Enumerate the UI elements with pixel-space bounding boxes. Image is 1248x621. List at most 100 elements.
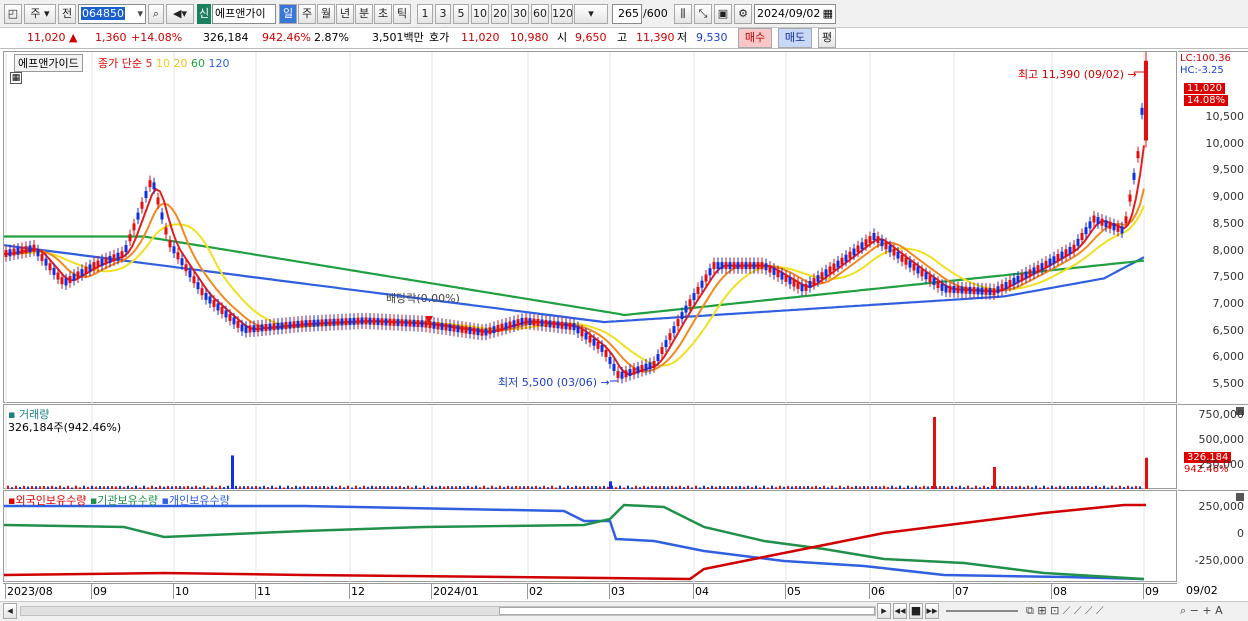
candle-body bbox=[792, 279, 796, 287]
volume-bar bbox=[519, 486, 521, 489]
hc-label: HC:-3.25 bbox=[1180, 65, 1224, 76]
candle-body bbox=[1076, 238, 1080, 246]
scrollbar-thumb[interactable] bbox=[499, 607, 875, 615]
volume-bar bbox=[899, 485, 901, 489]
buy-button[interactable]: 매수 bbox=[738, 28, 772, 48]
axis-tick: 8,000 bbox=[1212, 243, 1245, 257]
stock-title[interactable]: 에프앤가이드 bbox=[14, 54, 83, 72]
volume-bar bbox=[559, 485, 561, 489]
candle-body bbox=[828, 266, 832, 274]
interval-dropdown[interactable]: ▾ bbox=[574, 4, 608, 24]
market-select[interactable]: 주 ▾ bbox=[24, 4, 56, 24]
zoom-slider[interactable] bbox=[946, 610, 1018, 612]
interval-tab-5[interactable]: 5 bbox=[453, 4, 469, 24]
interval-tab-10[interactable]: 10 bbox=[471, 4, 489, 24]
scroll-right-button[interactable]: ▸ bbox=[877, 603, 891, 619]
table-icon[interactable]: ▦ bbox=[10, 72, 22, 84]
volume-pane[interactable]: ▪ 거래량 326,184주(942.46%) bbox=[3, 404, 1177, 490]
rewind-icon[interactable]: ◂◂ bbox=[893, 603, 907, 619]
draw-icon[interactable]: ⤡ bbox=[694, 4, 712, 24]
period-tab-0[interactable]: 일 bbox=[279, 4, 297, 24]
last-price-marker: 11,020 bbox=[1184, 83, 1225, 94]
candle-body bbox=[336, 318, 340, 326]
volume-bar bbox=[1067, 485, 1069, 489]
period-tab-4[interactable]: 분 bbox=[355, 4, 373, 24]
volume-bar bbox=[715, 486, 717, 489]
volume-bar bbox=[1043, 485, 1045, 489]
volume-bar bbox=[671, 485, 673, 489]
candle-body bbox=[832, 263, 836, 271]
candle-body bbox=[228, 313, 232, 321]
candle-body bbox=[640, 365, 644, 373]
sell-button[interactable]: 매도 bbox=[778, 28, 812, 48]
volume-bar bbox=[1011, 486, 1013, 489]
candle-body bbox=[852, 248, 856, 256]
period-tab-2[interactable]: 월 bbox=[317, 4, 335, 24]
candle-body bbox=[500, 323, 504, 331]
period-tab-5[interactable]: 초 bbox=[374, 4, 392, 24]
period-tab-1[interactable]: 주 bbox=[298, 4, 316, 24]
holding-pane[interactable]: ▪외국인보유수량 ▪기관보유수량 ▪개인보유수량 bbox=[3, 490, 1177, 583]
speaker-icon[interactable]: ◀▾ bbox=[166, 4, 194, 24]
scroll-left-button[interactable]: ◂ bbox=[3, 603, 17, 619]
candle-body bbox=[324, 319, 328, 327]
period-tab-6[interactable]: 틱 bbox=[393, 4, 411, 24]
legend-foreign: ▪외국인보유수량 bbox=[8, 494, 87, 507]
calendar-icon[interactable]: ▦ bbox=[823, 5, 833, 23]
price-chart-pane[interactable]: 에프앤가이드 종가 단순 5 10 20 60 120 ▦ 최고 11,390 … bbox=[3, 51, 1177, 404]
x-tick-mark bbox=[785, 584, 786, 599]
save-icon[interactable]: ▣ bbox=[714, 4, 732, 24]
candle-icon[interactable]: ⫼ bbox=[674, 4, 692, 24]
volume-spike bbox=[993, 466, 996, 489]
volume-bar bbox=[379, 486, 381, 489]
candle-body bbox=[968, 286, 972, 294]
low-label: 저 bbox=[677, 31, 688, 44]
code-input[interactable]: 064850 ▾ bbox=[78, 4, 146, 24]
candle-body bbox=[876, 236, 880, 244]
interval-tab-60[interactable]: 60 bbox=[531, 4, 549, 24]
period-tab-3[interactable]: 년 bbox=[336, 4, 354, 24]
volume-bar bbox=[303, 485, 305, 489]
ask-value: 11,020 bbox=[461, 31, 500, 44]
horizontal-scrollbar[interactable] bbox=[20, 606, 876, 616]
zoom-icons[interactable]: ⌕ − + A bbox=[1180, 604, 1223, 618]
volume-bar bbox=[1039, 487, 1041, 489]
candle-body bbox=[396, 319, 400, 327]
candle-body bbox=[608, 356, 612, 364]
interval-tab-30[interactable]: 30 bbox=[511, 4, 529, 24]
eval-button[interactable]: 평 bbox=[818, 28, 836, 48]
candle-body bbox=[908, 260, 912, 268]
candle-body bbox=[280, 322, 284, 330]
interval-tab-120[interactable]: 120 bbox=[551, 4, 573, 24]
candle-body bbox=[936, 281, 940, 289]
x-tick-mark bbox=[1051, 584, 1052, 599]
stop-icon[interactable]: ■ bbox=[909, 603, 923, 619]
stock-name-field[interactable]: 에프앤가이 bbox=[212, 4, 276, 24]
interval-tab-20[interactable]: 20 bbox=[491, 4, 509, 24]
count-total: /600 bbox=[643, 7, 668, 20]
candle-body bbox=[648, 362, 652, 370]
legend-foreign-text: 외국인보유수량 bbox=[15, 494, 87, 507]
candle-body bbox=[64, 278, 68, 286]
candle-body bbox=[20, 246, 24, 254]
volume-spike bbox=[933, 417, 936, 489]
candle-body bbox=[772, 267, 776, 275]
candle-body bbox=[36, 249, 40, 257]
window-menu-icon[interactable]: ◰ bbox=[4, 4, 22, 24]
gear-icon[interactable]: ⚙ bbox=[734, 4, 752, 24]
volume-bar bbox=[199, 487, 201, 489]
interval-tab-1[interactable]: 1 bbox=[417, 4, 433, 24]
scope-button[interactable]: 전 bbox=[58, 4, 76, 24]
search-icon[interactable]: ⌕ bbox=[148, 4, 164, 24]
candle-body bbox=[728, 262, 732, 270]
play-icon[interactable]: ▸▸ bbox=[925, 603, 939, 619]
ma5-line bbox=[4, 145, 1145, 376]
chevron-down-icon[interactable]: ▾ bbox=[137, 5, 143, 23]
volume-bar bbox=[155, 486, 157, 489]
count-input[interactable]: 265 bbox=[612, 4, 642, 24]
tool-icons[interactable]: ⧉ ⊞ ⊡ ⟋ ⟋ ⟋ ⟋ bbox=[1026, 604, 1104, 618]
interval-tab-3[interactable]: 3 bbox=[435, 4, 451, 24]
volume-bar bbox=[1031, 487, 1033, 489]
date-input[interactable]: 2024/09/02 ▦ bbox=[754, 4, 836, 24]
volume-bar bbox=[295, 485, 297, 489]
